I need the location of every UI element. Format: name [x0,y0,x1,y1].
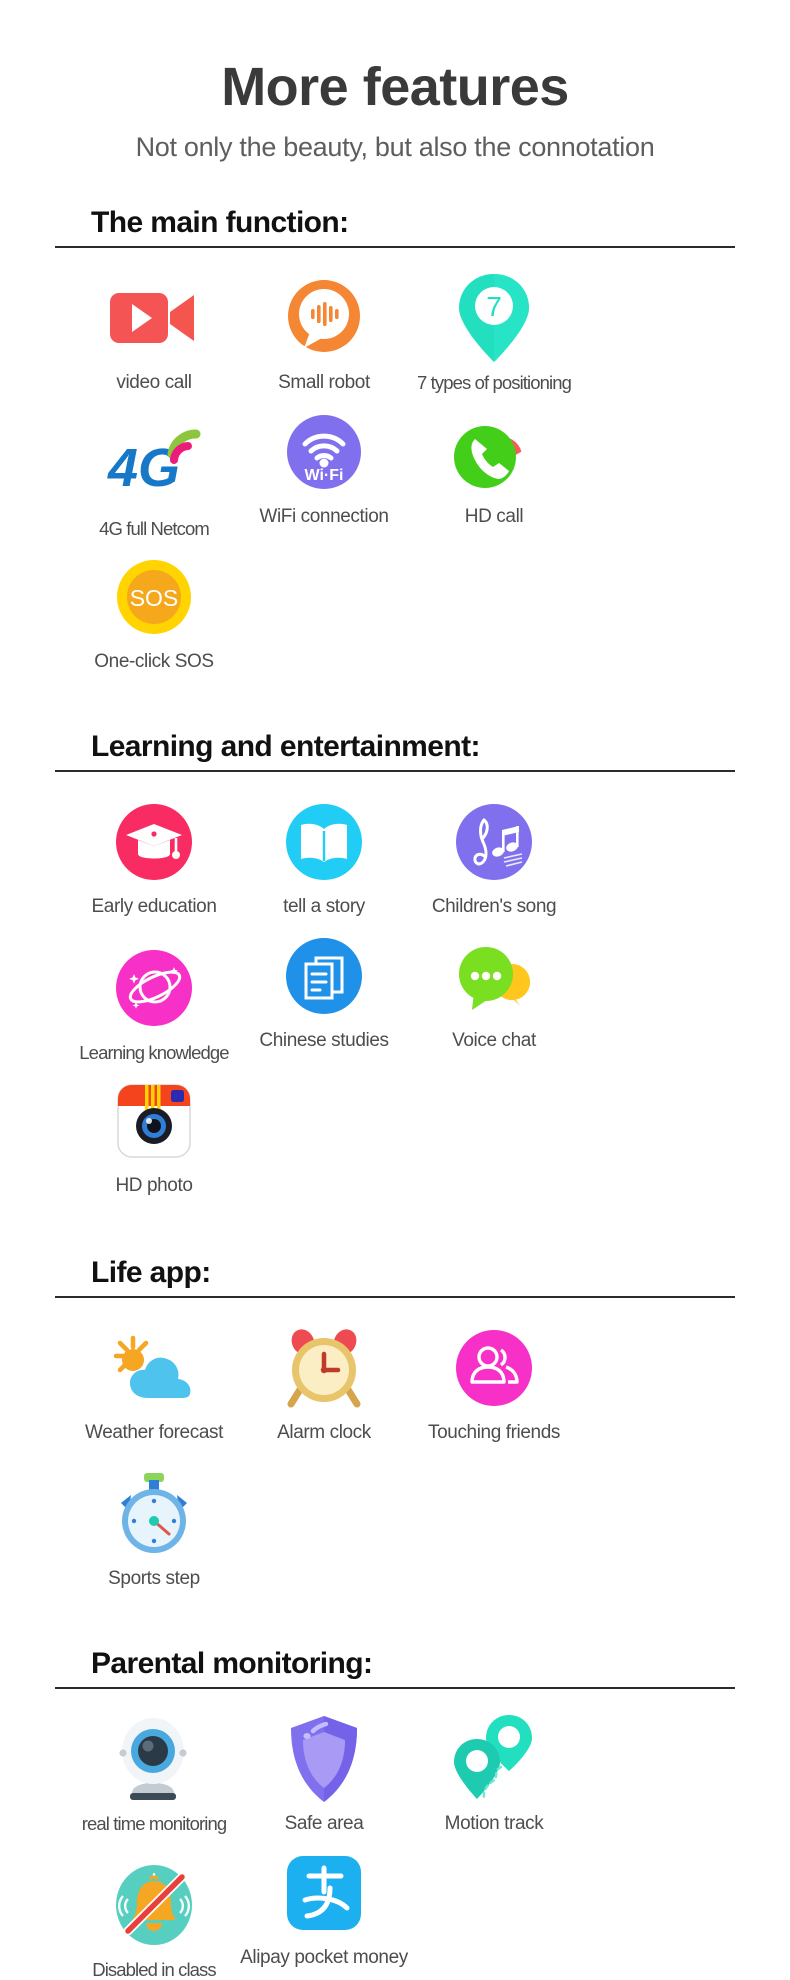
page-subtitle: Not only the beauty, but also the connot… [135,132,655,163]
feature-item-childrens-song[interactable]: Children's song [409,794,579,918]
feature-label: Small robot [278,372,370,394]
4g-signal-icon: 4G [106,416,202,512]
sun-cloud-icon [106,1320,202,1416]
section-header: Life app: [55,1255,735,1299]
icon-grid-main-function: video call Small robot 7 7 types of posi… [55,248,735,673]
svg-text:4G: 4G [107,438,180,498]
section-header: The main function: [55,205,735,249]
feature-label: video call [116,372,192,394]
feature-label: Chinese studies [259,1030,389,1052]
feature-item-alarm-clock[interactable]: Alarm clock [239,1320,409,1444]
feature-item-motion-track[interactable]: Motion track [409,1711,579,1835]
feature-label: Early education [91,896,217,918]
alarm-clock-icon [276,1320,372,1416]
feature-label: Touching friends [428,1422,560,1444]
feature-label: tell a story [283,896,365,918]
feature-item-video-call[interactable]: video call [69,270,239,394]
feature-label: One-click SOS [94,651,214,673]
phone-call-icon [446,404,542,500]
section-header: Parental monitoring: [55,1646,735,1689]
icon-grid-parental-monitoring: real time monitoring Safe area Motion tr… [55,1689,735,1980]
feature-item-disabled-in-class[interactable]: Disabled in class [69,1857,239,1980]
icon-grid-life-app: Weather forecast Alarm clock Touching fr… [55,1298,735,1590]
svg-text:Wi·Fi: Wi·Fi [305,467,344,484]
feature-item-positioning[interactable]: 7 7 types of positioning [409,270,579,394]
section-title-main-function: The main function: [91,206,349,240]
feature-label: Learning knowledge [79,1042,229,1064]
icon-grid-learning-entertainment: Early education tell a story Children's … [55,772,735,1197]
feature-item-tell-a-story[interactable]: tell a story [239,794,409,918]
location-pin-7-icon: 7 [446,270,542,366]
feature-label: Alarm clock [277,1422,371,1444]
video-camera-icon [106,270,202,366]
page-title: More features [221,57,569,117]
webcam-icon [106,1711,202,1807]
feature-item-learning-knowledge[interactable]: Learning knowledge [69,940,239,1063]
feature-item-small-robot[interactable]: Small robot [239,270,409,394]
chat-bubbles-icon [446,928,542,1024]
section-learning-entertainment: Learning and entertainment: Early educat… [55,729,735,1197]
wifi-icon: Wi·Fi [276,404,372,500]
feature-label: 4G full Netcom [99,518,210,540]
graduation-cap-icon [106,794,202,890]
feature-label: Safe area [284,1812,364,1834]
music-notes-icon [446,794,542,890]
more-features-page: More features Not only the beauty, but a… [0,0,790,1980]
section-life-app: Life app: Weather forecast Alarm clock T… [55,1255,735,1590]
feature-label: Disabled in class [92,1958,216,1980]
stopwatch-icon [106,1466,202,1562]
feature-item-hd-photo[interactable]: HD photo [69,1073,239,1197]
feature-label: 7 types of positioning [416,372,572,394]
feature-item-touching-friends[interactable]: Touching friends [409,1320,579,1444]
feature-item-real-time-monitoring[interactable]: real time monitoring [69,1711,239,1835]
section-title-learning-entertainment: Learning and entertainment: [91,730,480,764]
feature-item-alipay-pocket-money[interactable]: Alipay pocket money [239,1845,409,1980]
feature-label: Alipay pocket money [240,1946,408,1968]
feature-label: WiFi connection [259,506,389,528]
feature-label: HD photo [115,1175,193,1197]
feature-item-sports-step[interactable]: Sports step [69,1466,239,1590]
shield-icon [276,1711,372,1807]
section-title-life-app: Life app: [91,1256,211,1290]
feature-item-4g-netcom[interactable]: 4G 4G full Netcom [69,416,239,539]
open-book-icon [276,794,372,890]
planet-icon [106,940,202,1036]
voice-bubble-icon [276,270,372,366]
motion-track-icon [446,1711,542,1807]
feature-item-voice-chat[interactable]: Voice chat [409,928,579,1063]
feature-label: Voice chat [452,1030,536,1052]
sos-icon: SOS [106,549,202,645]
hero-header: More features Not only the beauty, but a… [0,0,790,163]
svg-text:7: 7 [486,291,502,322]
camera-app-icon [106,1073,202,1169]
feature-item-wifi-connection[interactable]: Wi·Fi WiFi connection [239,404,409,539]
feature-label: real time monitoring [81,1812,227,1834]
section-header: Learning and entertainment: [55,729,735,773]
feature-item-hd-call[interactable]: HD call [409,404,579,539]
feature-label: Weather forecast [85,1422,223,1444]
feature-label: Sports step [108,1568,200,1590]
svg-text:SOS: SOS [130,585,179,611]
bell-disabled-icon [106,1857,202,1953]
feature-item-early-education[interactable]: Early education [69,794,239,918]
two-people-icon [446,1320,542,1416]
feature-item-one-click-sos[interactable]: SOS One-click SOS [69,549,239,673]
section-title-parental-monitoring: Parental monitoring: [91,1646,373,1680]
feature-label: Motion track [444,1812,544,1834]
feature-item-safe-area[interactable]: Safe area [239,1711,409,1835]
feature-label: Children's song [431,896,557,918]
section-main-function: The main function: video call Small robo… [55,205,735,673]
feature-item-chinese-studies[interactable]: Chinese studies [239,928,409,1063]
feature-item-weather-forecast[interactable]: Weather forecast [69,1320,239,1444]
document-icon [276,928,372,1024]
alipay-icon [276,1845,372,1941]
feature-label: HD call [464,506,524,528]
section-parental-monitoring: Parental monitoring: real time monitorin… [55,1646,735,1980]
